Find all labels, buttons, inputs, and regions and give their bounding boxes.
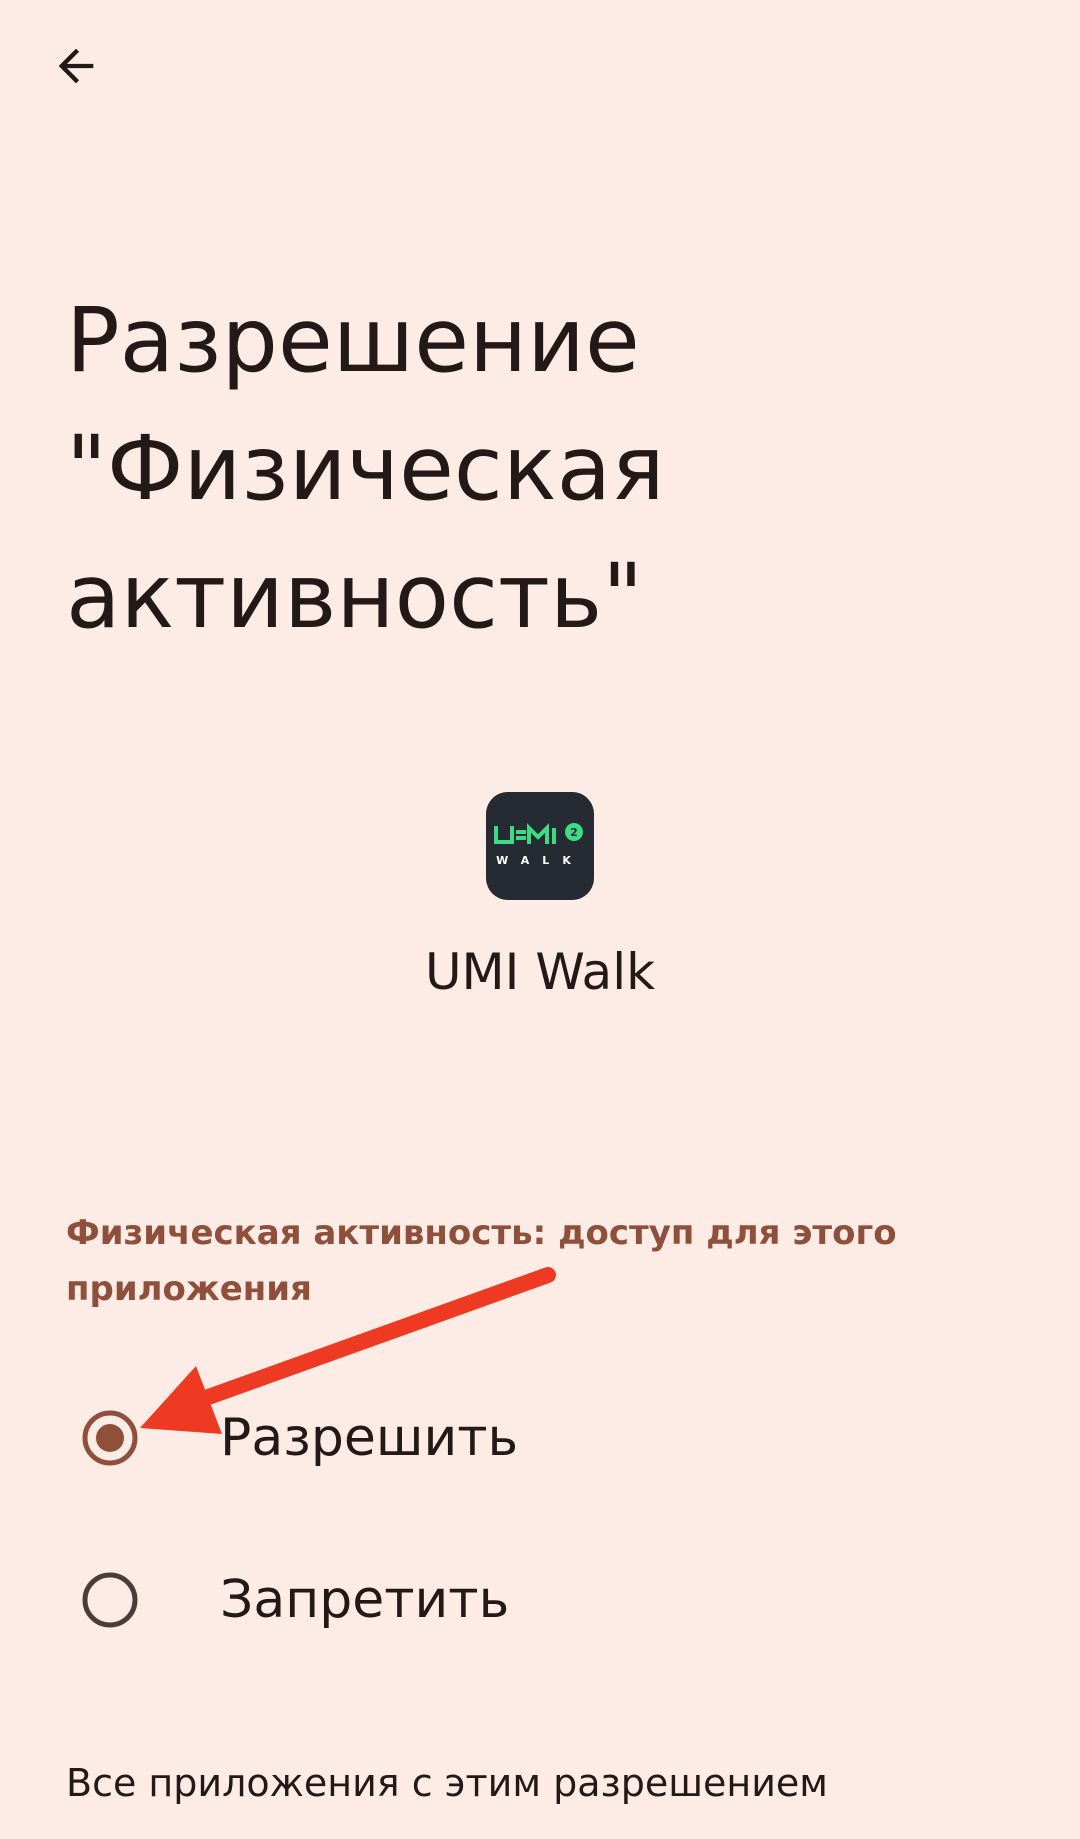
umi-walk-app-icon: 2 WALK	[486, 792, 594, 900]
all-apps-link[interactable]: Все приложения с этим разрешением	[66, 1755, 828, 1811]
radio-unselected-icon[interactable]	[80, 1570, 140, 1630]
radio-selected-icon[interactable]	[80, 1408, 140, 1468]
permission-section-title: Физическая активность: доступ для этого …	[66, 1213, 897, 1309]
page-title: Разрешение "Физическая активность"	[66, 288, 665, 648]
svg-text:WALK: WALK	[496, 854, 584, 867]
svg-text:2: 2	[570, 826, 578, 839]
option-deny-label: Запретить	[220, 1570, 510, 1630]
app-name: UMI Walk	[424, 943, 656, 1001]
option-allow-label: Разрешить	[220, 1408, 519, 1468]
option-deny[interactable]: Запретить	[40, 1530, 1040, 1670]
arrow-back-icon	[58, 48, 94, 84]
back-button[interactable]	[36, 26, 116, 106]
app-header: 2 WALK UMI Walk	[0, 792, 1080, 1001]
option-allow[interactable]: Разрешить	[40, 1368, 1040, 1508]
